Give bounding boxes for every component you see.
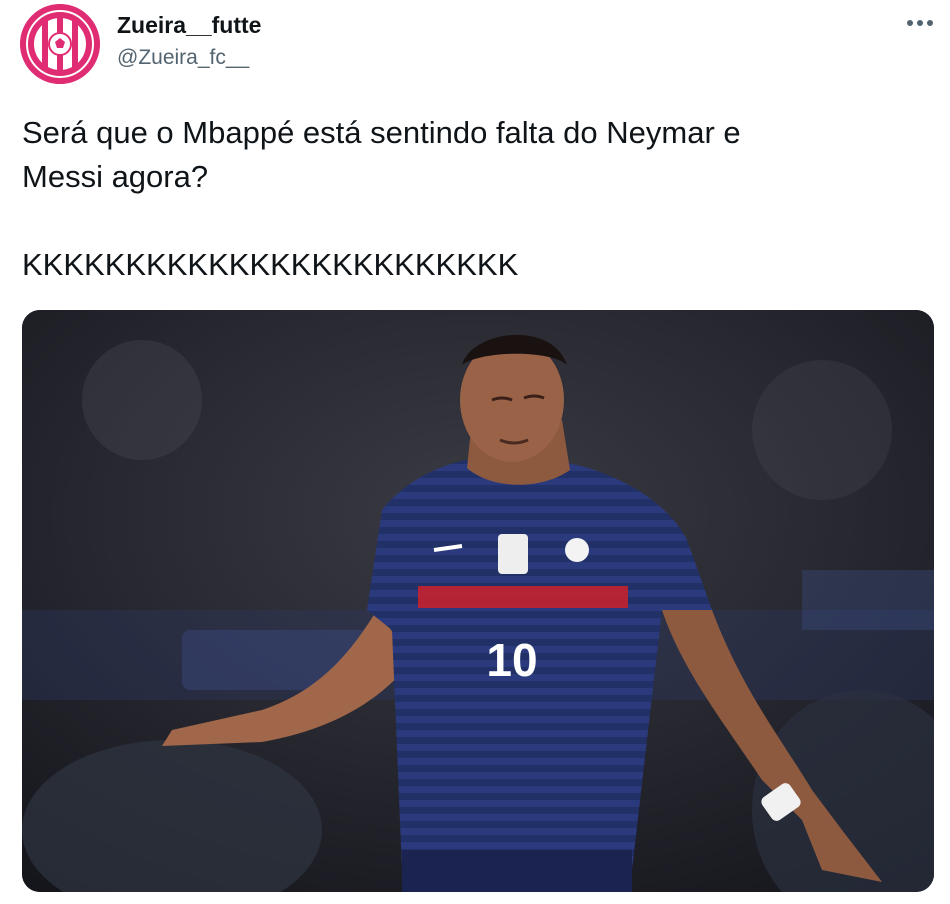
- tweet-card: Zueira__futte @Zueira_fc__ Será que o Mb…: [0, 0, 950, 904]
- jersey-number: 10: [486, 634, 537, 686]
- tweet-text: Será que o Mbappé está sentindo falta do…: [22, 115, 741, 282]
- club-crest-icon: [20, 4, 100, 84]
- photo-icon: 10: [22, 310, 934, 892]
- more-dots-icon: [907, 20, 933, 26]
- avatar[interactable]: [20, 4, 100, 84]
- author-handle[interactable]: @Zueira_fc__: [117, 46, 249, 70]
- tweet-photo[interactable]: 10: [22, 310, 934, 892]
- author-name[interactable]: Zueira__futte: [117, 12, 261, 39]
- more-options-button[interactable]: [900, 8, 940, 38]
